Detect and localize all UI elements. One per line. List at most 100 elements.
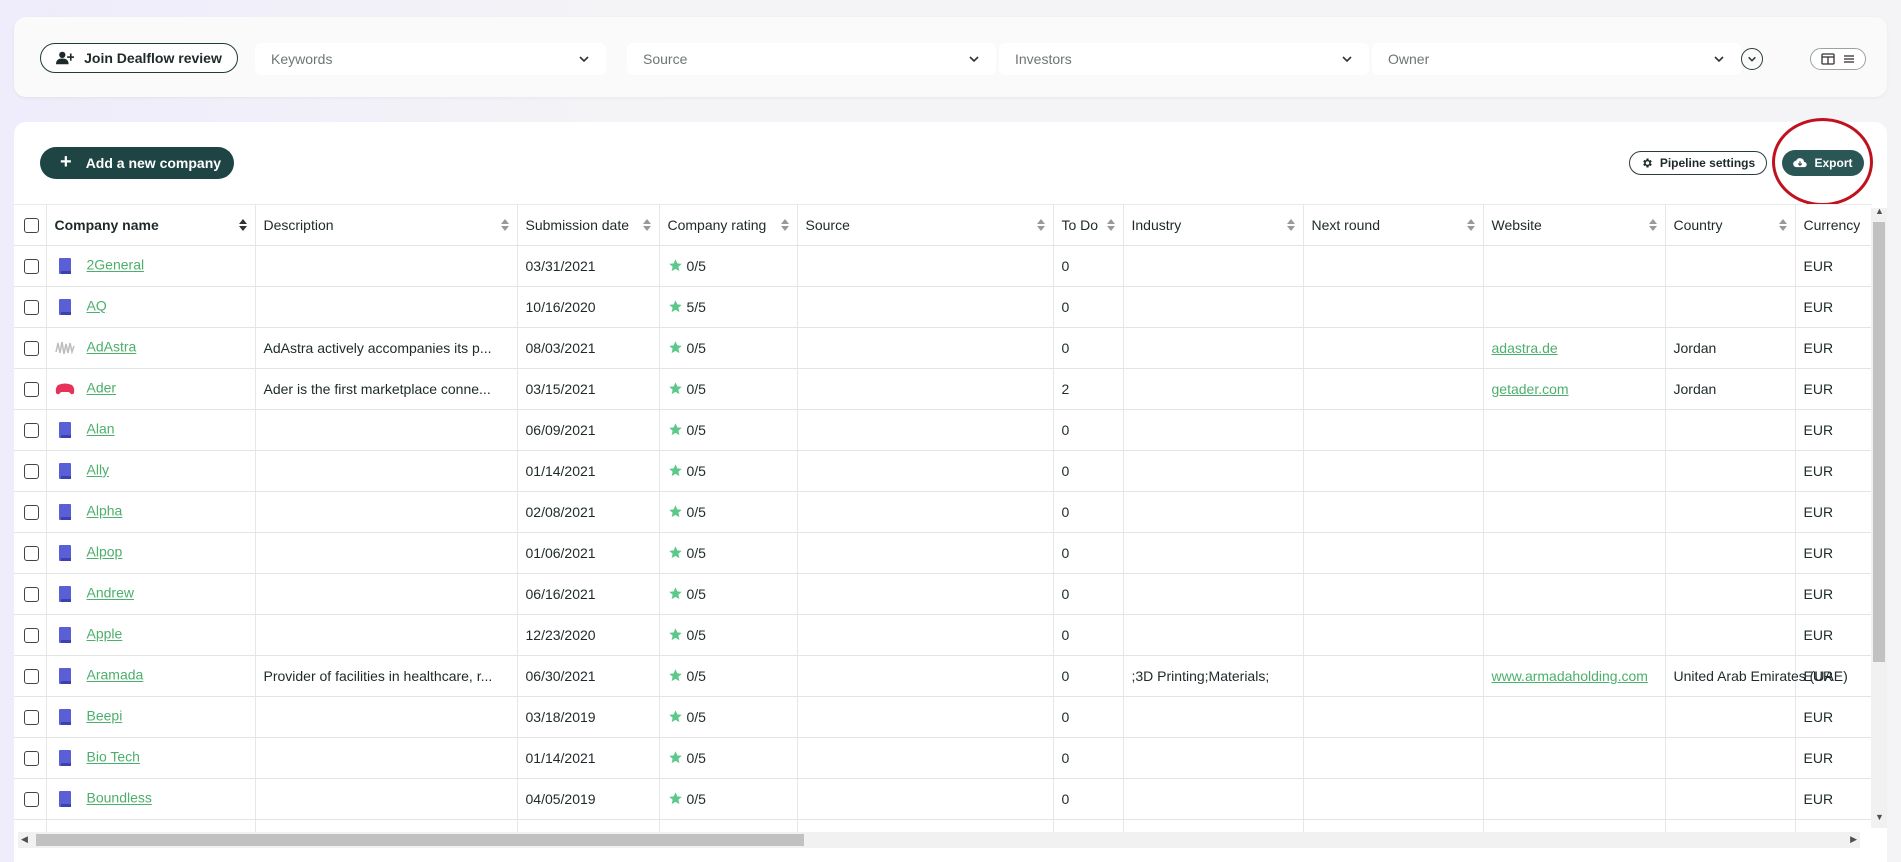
vertical-scrollbar[interactable]: ▲ ▼ [1871,206,1887,828]
website-link[interactable]: adastra.de [1492,340,1558,356]
sort-icon[interactable] [1036,218,1045,232]
sort-icon[interactable] [1648,218,1657,232]
table-row[interactable]: Bio Tech 01/14/2021 0/5 0 EUR [14,737,1872,779]
table-row[interactable]: Alan 06/09/2021 0/5 0 EUR [14,409,1872,451]
column-header[interactable]: Company rating [659,204,798,246]
row-checkbox[interactable] [24,464,39,480]
pipeline-settings-button[interactable]: Pipeline settings [1629,151,1767,175]
scroll-left-arrow[interactable]: ◀ [21,834,28,845]
more-filters-button[interactable] [1741,48,1763,70]
company-rating-cell[interactable]: 0/5 [659,778,798,820]
company-name-link[interactable]: Beepi [87,708,123,724]
column-header[interactable]: Source [797,204,1054,246]
column-header[interactable]: Description [255,204,518,246]
company-rating-cell[interactable]: 5/5 [659,286,798,328]
company-name-link[interactable]: Andrew [87,585,134,601]
sort-icon[interactable] [238,218,247,232]
investors-filter[interactable]: Investors [999,43,1369,75]
table-row[interactable]: Alpha 02/08/2021 0/5 0 EUR [14,491,1872,533]
sort-icon[interactable] [1106,218,1115,232]
company-name-link[interactable]: Alpha [87,503,123,519]
column-header[interactable]: Next round [1303,204,1484,246]
row-checkbox[interactable] [24,628,39,644]
column-header[interactable]: Country [1665,204,1796,246]
column-header[interactable]: To Do [1053,204,1124,246]
column-header[interactable]: Industry [1123,204,1304,246]
sort-icon[interactable] [500,218,509,232]
company-rating-cell[interactable]: 0/5 [659,532,798,574]
sort-icon[interactable] [1286,218,1295,232]
table-row[interactable]: Andrew 06/16/2021 0/5 0 EUR [14,573,1872,615]
row-checkbox[interactable] [24,669,39,685]
keywords-filter[interactable]: Keywords [255,43,606,75]
row-checkbox[interactable] [24,546,39,562]
table-row[interactable]: 2General 03/31/2021 0/5 0 EUR [14,245,1872,287]
table-row[interactable]: Beepi 03/18/2019 0/5 0 EUR [14,696,1872,738]
horizontal-scroll-thumb[interactable] [36,834,804,846]
sort-icon[interactable] [642,218,651,232]
row-checkbox[interactable] [24,423,39,439]
owner-filter[interactable]: Owner [1372,43,1741,75]
scroll-up-arrow[interactable]: ▲ [1875,206,1884,216]
company-name-link[interactable]: Apple [87,626,123,642]
company-rating-cell[interactable]: 0/5 [659,327,798,369]
website-link[interactable]: getader.com [1492,381,1569,397]
website-link[interactable]: www.armadaholding.com [1492,668,1648,684]
row-checkbox[interactable] [24,259,39,275]
table-row[interactable]: Aramada Provider of facilities in healthc… [14,655,1872,697]
company-name-link[interactable]: Ader [87,380,117,396]
company-rating-cell[interactable]: 0/5 [659,245,798,287]
horizontal-scrollbar[interactable]: ◀ ▶ [18,832,1860,848]
row-checkbox[interactable] [24,382,39,398]
company-name-link[interactable]: 2General [87,257,145,273]
export-button[interactable]: Export [1782,150,1864,176]
company-name-link[interactable]: AdAstra [87,339,137,355]
company-rating-cell[interactable]: 0/5 [659,368,798,410]
scroll-down-arrow[interactable]: ▼ [1875,812,1884,822]
company-rating-cell[interactable]: 0/5 [659,573,798,615]
table-row[interactable]: AdAstra AdAstra actively accompanies its … [14,327,1872,369]
table-row[interactable]: Alpop 01/06/2021 0/5 0 EUR [14,532,1872,574]
row-checkbox[interactable] [24,300,39,316]
source-filter[interactable]: Source [627,43,996,75]
sort-icon[interactable] [780,218,789,232]
row-checkbox[interactable] [24,341,39,357]
company-rating-cell[interactable]: 0/5 [659,491,798,533]
list-view-icon[interactable] [1842,53,1856,65]
company-rating-cell[interactable]: 0/5 [659,655,798,697]
table-row[interactable]: Ader Ader is the first marketplace conne.… [14,368,1872,410]
company-rating-cell[interactable]: 0/5 [659,819,798,832]
company-name-link[interactable]: Ally [87,462,110,478]
company-rating-cell[interactable]: 0/5 [659,614,798,656]
sort-icon[interactable] [1466,218,1475,232]
row-checkbox[interactable] [24,792,39,808]
row-checkbox[interactable] [24,710,39,726]
company-name-link[interactable]: AQ [87,298,107,314]
company-rating-cell[interactable]: 0/5 [659,409,798,451]
column-header[interactable]: Submission date [517,204,660,246]
table-row[interactable]: Ally 01/14/2021 0/5 0 EUR [14,450,1872,492]
table-row[interactable]: Apple 12/23/2020 0/5 0 EUR [14,614,1872,656]
sort-icon[interactable] [1778,218,1787,232]
table-row[interactable]: Coinbase 03/04/20210/5 0 EUR [14,819,1872,832]
company-name-link[interactable]: Aramada [87,667,144,683]
row-checkbox[interactable] [24,751,39,767]
row-checkbox[interactable] [24,505,39,521]
company-name-link[interactable]: Alpop [87,544,123,560]
company-rating-cell[interactable]: 0/5 [659,737,798,779]
column-header[interactable]: Website [1483,204,1666,246]
company-rating-cell[interactable]: 0/5 [659,450,798,492]
scroll-right-arrow[interactable]: ▶ [1850,834,1857,845]
company-name-link[interactable]: Bio Tech [87,749,140,765]
vertical-scroll-thumb[interactable] [1873,222,1885,662]
join-dealflow-review-button[interactable]: Join Dealflow review [40,43,238,73]
column-header[interactable]: Currency [1795,204,1872,246]
table-row[interactable]: AQ 10/16/2020 5/5 0 EUR [14,286,1872,328]
board-view-icon[interactable] [1820,53,1835,65]
company-name-link[interactable]: Alan [87,421,115,437]
company-rating-cell[interactable]: 0/5 [659,696,798,738]
view-toggle[interactable] [1810,48,1866,70]
table-row[interactable]: Boundless 04/05/2019 0/5 0 EUR [14,778,1872,820]
company-name-link[interactable]: Boundless [87,790,152,806]
add-company-button[interactable]: + Add a new company [40,147,234,179]
